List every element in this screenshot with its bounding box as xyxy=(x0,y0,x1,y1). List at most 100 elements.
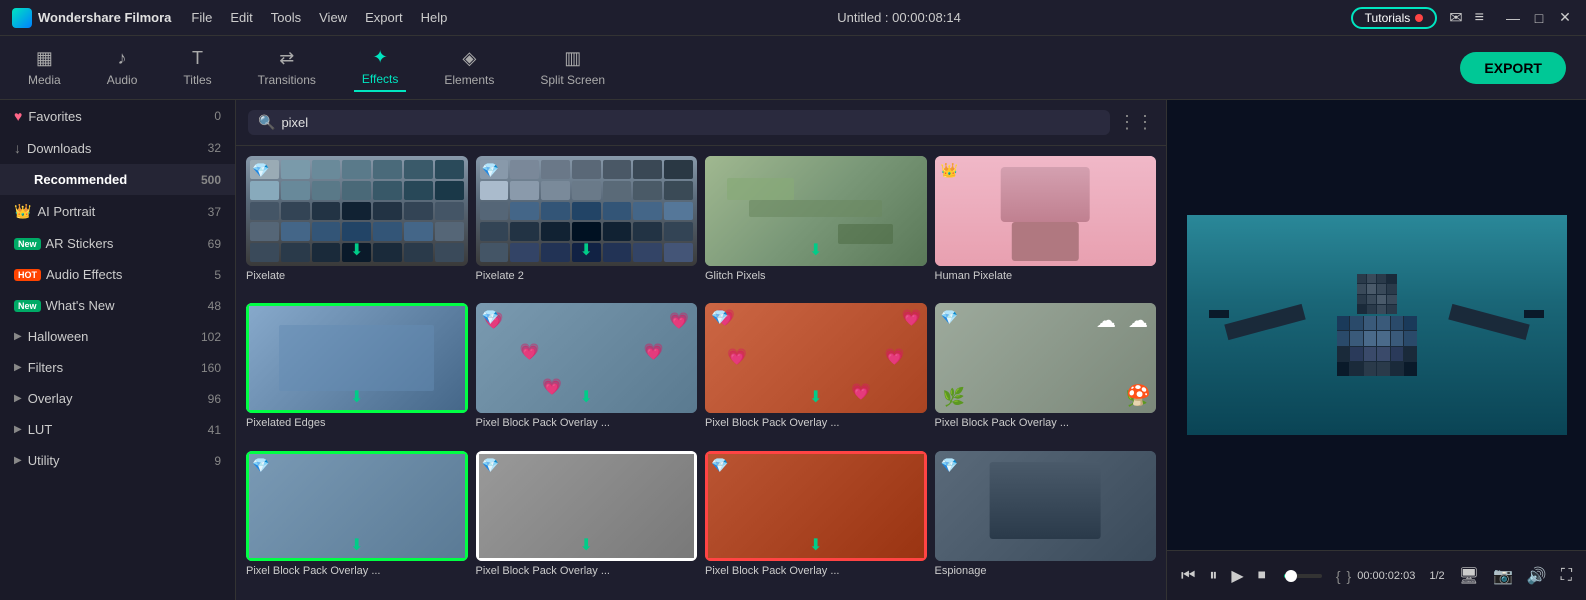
download-icon-block1: ⬇ xyxy=(580,387,593,407)
in-point-button[interactable]: { xyxy=(1336,568,1341,584)
maximize-button[interactable]: □ xyxy=(1530,9,1548,27)
scene-container xyxy=(1187,215,1567,435)
heart-icon: ♥ xyxy=(14,108,22,124)
menu-bar: File Edit Tools View Export Help xyxy=(191,10,447,25)
main-layout: ♥ Favorites 0 ↓ Downloads 32 Recommended… xyxy=(0,100,1586,600)
effect-label-espionage: Espionage xyxy=(935,565,1157,577)
effect-pixelated-edges[interactable]: ⬇ Pixelated Edges xyxy=(246,303,468,442)
sidebar-item-lut[interactable]: ▶ LUT 41 xyxy=(0,414,235,445)
effect-pixelate2[interactable]: 💎 ⬇ Pixelate 2 xyxy=(476,156,698,295)
effect-pixel-block-6[interactable]: 💎 ⬇ Pixel Block Pack Overlay ... xyxy=(705,451,927,590)
new-badge-whatsnew: New xyxy=(14,300,41,312)
download-icon-block2: ⬇ xyxy=(809,387,822,407)
effect-label-pixelate: Pixelate xyxy=(246,270,468,282)
sidebar-item-overlay[interactable]: ▶ Overlay 96 xyxy=(0,383,235,414)
out-point-button[interactable]: } xyxy=(1347,568,1352,584)
toolbar-media[interactable]: ▦ Media xyxy=(20,44,69,91)
project-title: Untitled : 00:00:08:14 xyxy=(447,10,1350,25)
frame-back-button[interactable]: ⏸ xyxy=(1205,565,1221,587)
sidebar-count-halloween: 102 xyxy=(201,330,221,344)
play-button[interactable]: ▶ xyxy=(1227,564,1247,588)
sidebar-label-filters: Filters xyxy=(28,360,63,375)
grid-toggle-button[interactable]: ⋮⋮ xyxy=(1118,112,1154,133)
sidebar-item-ai-portrait[interactable]: 👑 AI Portrait 37 xyxy=(0,195,235,228)
sidebar-item-audio-effects[interactable]: HOT Audio Effects 5 xyxy=(0,259,235,290)
toolbar-effects[interactable]: ✦ Effects xyxy=(354,43,406,92)
menu-file[interactable]: File xyxy=(191,10,212,25)
sidebar-item-favorites[interactable]: ♥ Favorites 0 xyxy=(0,100,235,132)
close-button[interactable]: ✕ xyxy=(1556,9,1574,27)
toolbar-split-screen[interactable]: ▥ Split Screen xyxy=(532,44,613,91)
export-button[interactable]: EXPORT xyxy=(1460,52,1566,84)
effect-pixel-block-4[interactable]: 💎 ⬇ Pixel Block Pack Overlay ... xyxy=(246,451,468,590)
sidebar-item-halloween[interactable]: ▶ Halloween 102 xyxy=(0,321,235,352)
sidebar-item-recommended[interactable]: Recommended 500 xyxy=(0,164,235,195)
mushroom-sprite: 🍄 xyxy=(1126,383,1151,408)
sidebar-item-downloads[interactable]: ↓ Downloads 32 xyxy=(0,132,235,164)
sidebar-count-whats-new: 48 xyxy=(208,299,221,313)
speed-selector[interactable]: 1/2 xyxy=(1425,568,1448,584)
effect-pixel-block-1[interactable]: 💗 💗 💗 💗 💗 💎 ⬇ Pixel Block Pack Overlay .… xyxy=(476,303,698,442)
title-bar: Wondershare Filmora File Edit Tools View… xyxy=(0,0,1586,36)
fullscreen-button[interactable]: ⛶ xyxy=(1557,565,1576,587)
gem-badge-pixelate2: 💎 xyxy=(482,162,499,179)
hot-badge-audio: HOT xyxy=(14,269,41,281)
elements-icon: ◈ xyxy=(462,48,476,69)
tutorials-button[interactable]: Tutorials xyxy=(1351,7,1438,29)
sidebar-item-filters[interactable]: ▶ Filters 160 xyxy=(0,352,235,383)
list-icon[interactable]: ≡ xyxy=(1475,9,1484,27)
timeline-bar[interactable] xyxy=(1284,574,1322,578)
gem-badge-pixelate: 💎 xyxy=(252,162,269,179)
render-preview-button[interactable]: 🖥 xyxy=(1455,564,1483,588)
gem-badge-block2: 💎 xyxy=(711,309,728,326)
step-back-button[interactable]: ⏮ xyxy=(1177,565,1199,587)
content-area: 🔍 ⋮⋮ xyxy=(236,100,1166,600)
gun-left xyxy=(1209,310,1229,318)
audio-label: Audio xyxy=(107,73,138,87)
effect-thumb-block3: ☁ ☁ 🌿 🌿 🍄 💎 xyxy=(935,303,1157,413)
toolbar-elements[interactable]: ◈ Elements xyxy=(436,44,502,91)
sidebar-item-utility[interactable]: ▶ Utility 9 xyxy=(0,445,235,476)
sidebar-item-whats-new[interactable]: New What's New 48 xyxy=(0,290,235,321)
sidebar-label-utility: Utility xyxy=(28,453,60,468)
effect-pixel-block-2[interactable]: 💗 💗 💗 💗 💗 💎 ⬇ Pixel Block Pack Overlay .… xyxy=(705,303,927,442)
figure-head xyxy=(1357,274,1397,314)
effect-glitch-pixels[interactable]: ⬇ Glitch Pixels xyxy=(705,156,927,295)
menu-help[interactable]: Help xyxy=(421,10,448,25)
toolbar-transitions[interactable]: ⇄ Transitions xyxy=(250,44,324,91)
download-icon-block6: ⬇ xyxy=(809,535,822,555)
crown-badge-human: 👑 xyxy=(941,162,958,179)
snapshot-button[interactable]: 📷 xyxy=(1489,564,1517,588)
effect-label-glitch: Glitch Pixels xyxy=(705,270,927,282)
effect-pixel-block-5[interactable]: 💎 ⬇ Pixel Block Pack Overlay ... xyxy=(476,451,698,590)
effect-espionage[interactable]: 💎 Espionage xyxy=(935,451,1157,590)
menu-export[interactable]: Export xyxy=(365,10,403,25)
toolbar-titles[interactable]: T Titles xyxy=(175,44,219,91)
effect-thumb-block5: 💎 ⬇ xyxy=(476,451,698,561)
volume-button[interactable]: 🔊 xyxy=(1523,564,1551,588)
gem-badge-block5: 💎 xyxy=(482,457,499,474)
menu-view[interactable]: View xyxy=(319,10,347,25)
minimize-button[interactable]: — xyxy=(1504,9,1522,27)
preview-video xyxy=(1167,100,1586,550)
search-input[interactable] xyxy=(281,115,1100,130)
title-bar-right: Tutorials ✉ ≡ — □ ✕ xyxy=(1351,7,1574,29)
toolbar-audio[interactable]: ♪ Audio xyxy=(99,44,146,91)
sidebar-item-ar-stickers[interactable]: New AR Stickers 69 xyxy=(0,228,235,259)
pixel-figure xyxy=(1337,274,1417,376)
mail-icon[interactable]: ✉ xyxy=(1449,8,1462,28)
effect-pixel-block-3[interactable]: ☁ ☁ 🌿 🌿 🍄 💎 Pixel Block Pack Overlay ... xyxy=(935,303,1157,442)
effect-thumb-edges: ⬇ xyxy=(246,303,468,413)
window-controls: — □ ✕ xyxy=(1504,9,1574,27)
transitions-label: Transitions xyxy=(258,73,316,87)
right-arm xyxy=(1448,304,1529,340)
menu-edit[interactable]: Edit xyxy=(230,10,252,25)
stop-button[interactable]: ⏹ xyxy=(1254,565,1270,587)
effect-human-pixelate[interactable]: 👑 Human Pixelate xyxy=(935,156,1157,295)
logo-icon xyxy=(12,8,32,28)
sidebar-label-downloads: Downloads xyxy=(27,141,91,156)
effect-label-human: Human Pixelate xyxy=(935,270,1157,282)
menu-tools[interactable]: Tools xyxy=(271,10,301,25)
split-screen-label: Split Screen xyxy=(540,73,605,87)
effect-pixelate[interactable]: 💎 ⬇ Pixelate xyxy=(246,156,468,295)
